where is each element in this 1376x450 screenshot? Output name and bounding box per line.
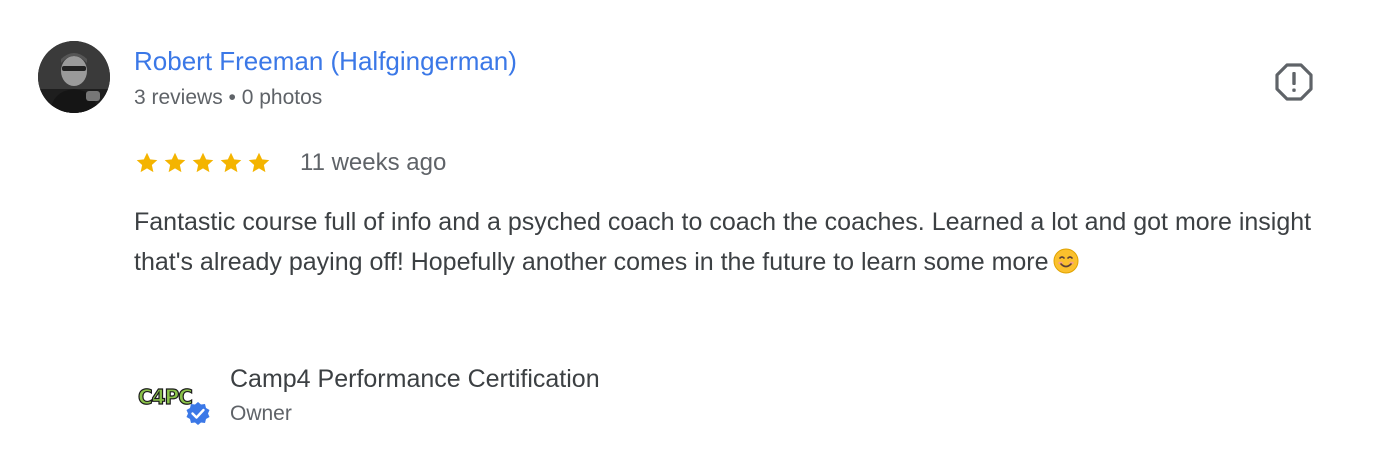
review-text-body: Fantastic course full of info and a psyc… [134, 208, 1312, 276]
star-icon [248, 152, 270, 173]
star-icon [164, 152, 186, 173]
author-avatar[interactable] [38, 41, 110, 113]
review-card: Robert Freeman (Halfgingerman) 3 reviews… [0, 0, 1376, 450]
review-date: 11 weeks ago [300, 149, 447, 176]
star-icon [136, 152, 158, 173]
owner-logo[interactable]: C4PC [136, 376, 216, 432]
rating-row: 11 weeks ago [134, 146, 446, 180]
author-name-link[interactable]: Robert Freeman (Halfgingerman) [134, 44, 517, 78]
smiling-face-emoji-icon [1053, 246, 1079, 274]
owner-name: Camp4 Performance Certification [230, 365, 600, 393]
avatar-image [38, 41, 110, 113]
owner-logo-text: C4PC [138, 385, 192, 409]
review-text: Fantastic course full of info and a psyc… [134, 202, 1344, 282]
owner-role: Owner [230, 402, 292, 425]
star-icon [192, 152, 214, 173]
author-meta: 3 reviews • 0 photos [134, 86, 323, 109]
star-rating [134, 150, 272, 176]
report-octagon-icon [1275, 63, 1313, 101]
star-icon [220, 152, 242, 173]
report-review-button[interactable] [1274, 62, 1314, 102]
